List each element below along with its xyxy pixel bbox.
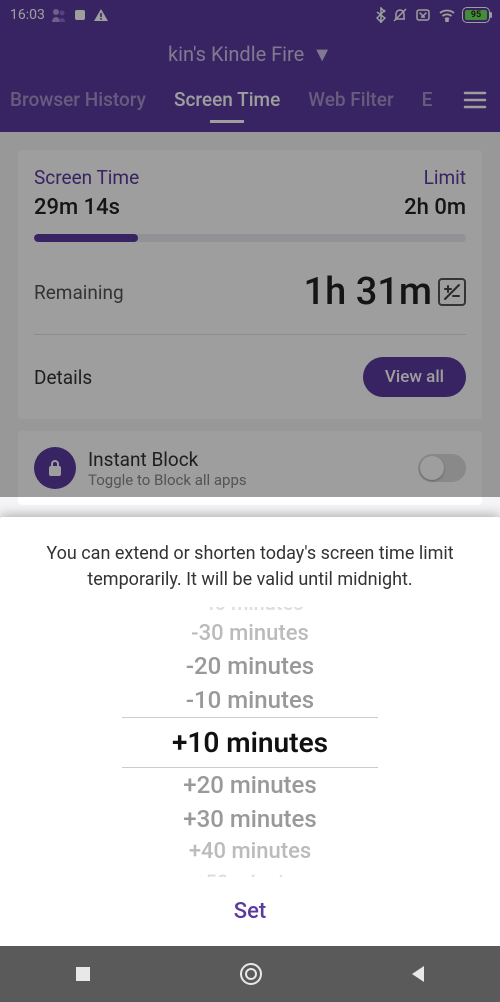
tabs: Browser History Screen Time Web Filter E [0,88,500,123]
instant-block-title: Instant Block [88,448,406,471]
progress-bar [34,234,466,242]
screen-time-label: Screen Time [34,166,139,189]
tab-web-filter[interactable]: Web Filter [308,88,393,123]
app-notif-icon [73,8,87,22]
battery-level: 95 [465,10,487,20]
warning-icon [93,8,109,22]
picker-option[interactable]: -10 minutes [186,683,314,717]
time-picker[interactable]: -40 minutes -30 minutes -20 minutes -10 … [0,607,500,877]
view-all-button[interactable]: View all [363,357,466,397]
picker-option[interactable]: +50 minutes [194,867,305,878]
sheet-message: You can extend or shorten today's screen… [0,517,500,601]
rotation-lock-icon [414,8,432,22]
tab-browser-history[interactable]: Browser History [10,88,146,123]
status-bar: 16:03 95 [0,0,500,30]
screen-time-limit: 2h 0m [404,195,466,220]
adjust-limit-icon[interactable] [438,278,466,306]
dnd-icon [392,7,408,23]
family-icon [51,8,67,22]
tab-screen-time[interactable]: Screen Time [174,88,280,123]
nav-home-icon[interactable] [238,961,264,987]
adjust-limit-sheet: You can extend or shorten today's screen… [0,517,500,946]
wifi-icon [438,8,456,22]
picker-option[interactable]: +30 minutes [183,802,317,836]
tab-extra[interactable]: E [422,88,433,123]
screen-time-used: 29m 14s [34,195,120,220]
android-nav-bar [0,946,500,1002]
screen-time-card: Screen Time Limit 29m 14s 2h 0m Remainin… [18,150,482,419]
chevron-down-icon: ▼ [312,42,332,67]
remaining-label: Remaining [34,281,124,304]
device-name: kin's Kindle Fire [168,42,304,66]
instant-block-toggle[interactable] [418,454,466,482]
picker-option[interactable]: -20 minutes [186,649,314,683]
battery-icon: 95 [462,7,490,23]
bluetooth-icon [376,7,386,23]
status-time: 16:03 [10,7,45,23]
details-label: Details [34,366,92,389]
picker-option[interactable]: +20 minutes [183,768,317,802]
instant-block-card: Instant Block Toggle to Block all apps [18,431,482,505]
progress-fill [34,234,138,242]
device-selector[interactable]: kin's Kindle Fire ▼ [0,30,500,78]
limit-label: Limit [424,166,466,189]
picker-option[interactable]: -40 minutes [197,607,304,618]
set-button[interactable]: Set [0,877,500,946]
nav-back-icon[interactable] [409,964,427,984]
lock-icon [34,447,76,489]
picker-option-selected[interactable]: +10 minutes [122,717,378,768]
picker-option[interactable]: -30 minutes [191,618,309,649]
nav-recent-icon[interactable] [73,964,93,984]
picker-option[interactable]: +40 minutes [189,836,311,867]
app-header: kin's Kindle Fire ▼ Browser History Scre… [0,30,500,132]
instant-block-subtitle: Toggle to Block all apps [88,471,406,489]
menu-button[interactable] [456,84,494,120]
remaining-value: 1h 31m [304,270,432,314]
